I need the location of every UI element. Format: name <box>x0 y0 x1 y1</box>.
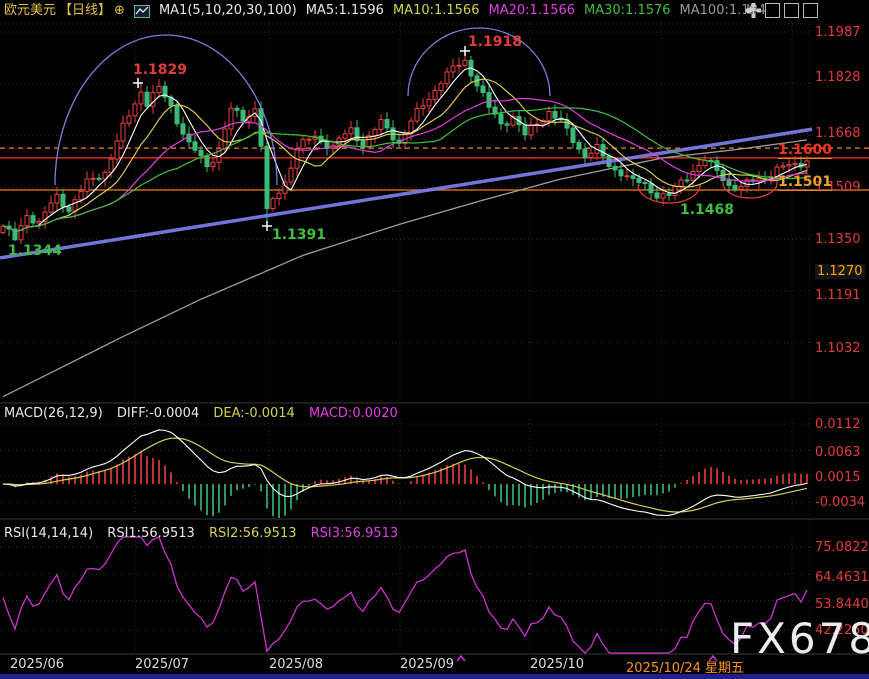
price-tick: 1.1191 <box>815 288 861 303</box>
rsi1-value: RSI1:56.9513 <box>107 526 195 541</box>
date-label: 2025/06 <box>10 657 64 672</box>
chart-header: 欧元美元 【日线】 ⊕ MA1(5,10,20,30,100) MA5:1.15… <box>0 0 869 22</box>
price-tick: 1.1668 <box>815 126 861 141</box>
rsi2-value: RSI2:56.9513 <box>209 526 297 541</box>
rsi-params[interactable]: RSI(14,14,14) <box>4 526 93 541</box>
macd-tick: 0.0063 <box>815 445 861 460</box>
ma5-value: MA5:1.1596 <box>306 0 384 22</box>
reset-view-icon[interactable] <box>803 3 818 18</box>
rsi-tick: 64.4631 <box>815 570 869 585</box>
annotation-low-1: 1.1344 <box>8 243 62 259</box>
price-tick: 1.1032 <box>815 341 861 356</box>
date-label: 2025/10 <box>530 657 584 672</box>
macd-diff-value: DIFF:-0.0004 <box>117 406 199 421</box>
macd-tick: 0.0112 <box>815 417 861 432</box>
price-tick: 1.1828 <box>815 70 861 85</box>
watermark: FX678 <box>730 614 869 663</box>
price-tick: 1.1350 <box>815 232 861 247</box>
price-chart-canvas[interactable] <box>0 0 869 679</box>
hline-label-1-1501[interactable]: 1.1501 <box>778 174 832 191</box>
macd-tick: -0.0034 <box>815 495 865 510</box>
trading-app-window: 欧元美元 【日线】 ⊕ MA1(5,10,20,30,100) MA5:1.15… <box>0 0 869 679</box>
ma20-value: MA20:1.1566 <box>488 0 575 22</box>
expand-icon[interactable]: ⊕ <box>114 0 125 22</box>
rsi-header: RSI(14,14,14) RSI1:56.9513 RSI2:56.9513 … <box>4 526 408 541</box>
date-label: 2025/09 <box>400 657 454 672</box>
ma10-value: MA10:1.1566 <box>393 0 480 22</box>
bottom-scrollbar[interactable] <box>0 674 869 679</box>
rsi3-value: RSI3:56.9513 <box>311 526 399 541</box>
y-axis-zoom-icon[interactable] <box>765 3 780 18</box>
macd-macd-value: MACD:0.0020 <box>309 406 398 421</box>
macd-tick: 0.0015 <box>815 470 861 485</box>
macd-header: MACD(26,12,9) DIFF:-0.0004 DEA:-0.0014 M… <box>4 406 408 421</box>
price-axis-highlight: 1.1270 <box>815 264 865 279</box>
macd-dea-value: DEA:-0.0014 <box>213 406 294 421</box>
symbol-title[interactable]: 欧元美元 <box>4 0 56 22</box>
ma30-value: MA30:1.1576 <box>584 0 671 22</box>
ma-params-label: MA1(5,10,20,30,100) <box>159 0 297 22</box>
price-tick: 1.1987 <box>815 25 861 40</box>
chart-type-icon[interactable] <box>134 5 150 18</box>
rsi-tick: 75.0822 <box>815 540 869 555</box>
macd-params[interactable]: MACD(26,12,9) <box>4 406 103 421</box>
rsi-tick: 53.8440 <box>815 597 869 612</box>
date-label: 2025/07 <box>135 657 189 672</box>
hline-label-1-1600[interactable]: 1.1600 <box>778 142 832 159</box>
chart-toolbar <box>746 3 818 18</box>
annotation-low-3: 1.1468 <box>680 202 734 218</box>
date-label: 2025/08 <box>269 657 323 672</box>
annotation-low-2: 1.1391 <box>272 227 326 243</box>
period-label[interactable]: 【日线】 <box>59 0 111 22</box>
annotation-high-1: 1.1829 <box>133 62 187 78</box>
x-axis-zoom-icon[interactable] <box>784 3 799 18</box>
annotation-high-2: 1.1918 <box>468 34 522 50</box>
